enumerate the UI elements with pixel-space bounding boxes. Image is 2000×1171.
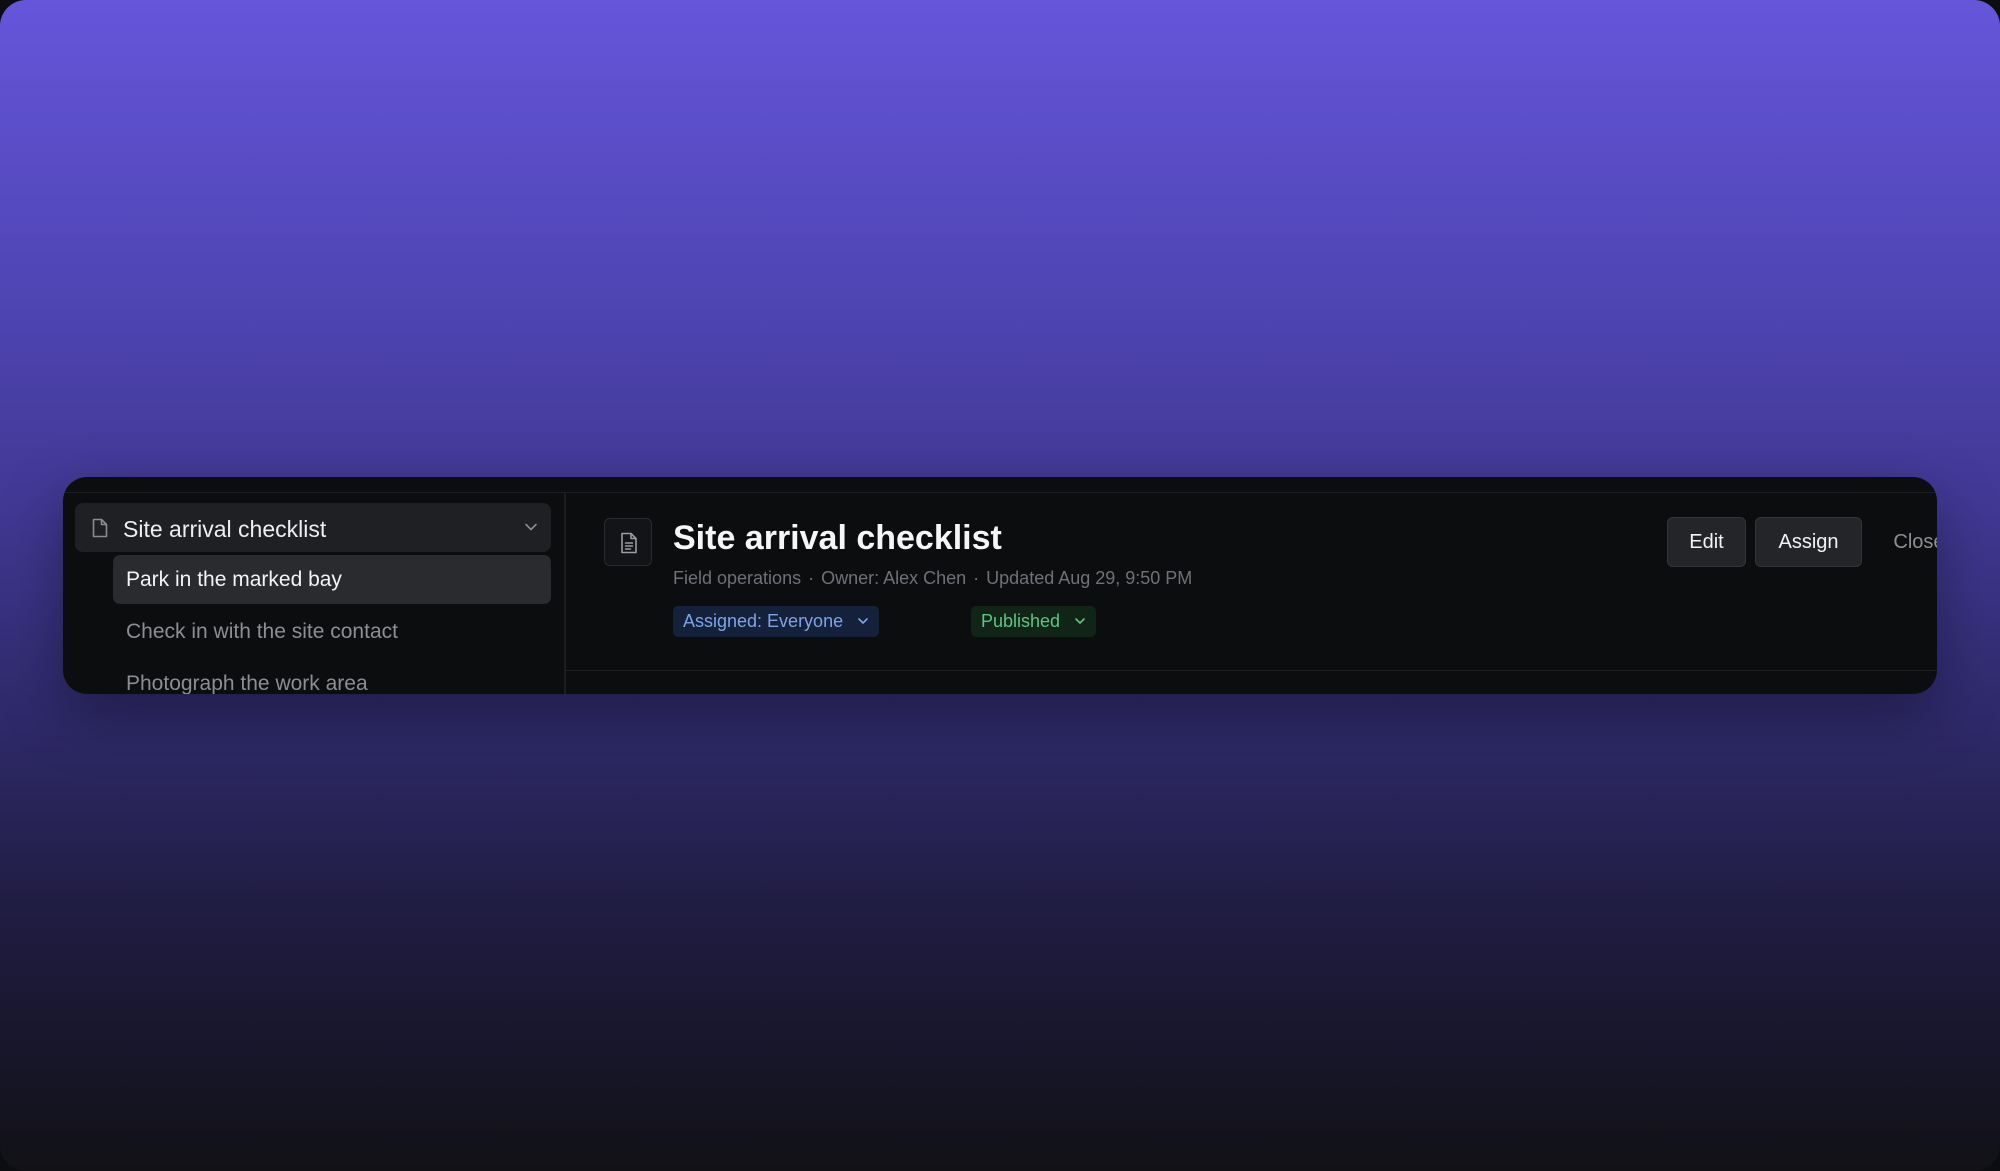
checklist-detail: Site arrival checklist Field operations ·… <box>566 493 1937 694</box>
checklist-panel: Site arrival checklist Park in the marke… <box>63 477 1937 694</box>
meta-updated: Updated Aug 29, 9:50 PM <box>986 568 1193 588</box>
meta-separator: · <box>808 568 815 588</box>
chevron-down-icon <box>858 618 868 625</box>
status-badge-label: Published <box>981 611 1061 631</box>
chevron-down-icon <box>1075 618 1085 625</box>
sidebar-item-photograph[interactable]: Photograph the work area <box>113 659 551 694</box>
sidebar-item-park[interactable]: Park in the marked bay <box>113 555 551 604</box>
sidebar-item-check-in[interactable]: Check in with the site contact <box>113 607 551 656</box>
close-button[interactable]: Close <box>1879 517 1937 567</box>
assign-button[interactable]: Assign <box>1755 517 1862 567</box>
meta-separator: · <box>973 568 980 588</box>
detail-divider <box>566 670 1937 671</box>
page-title: Site arrival checklist <box>673 519 1002 557</box>
file-icon <box>92 518 108 538</box>
edit-button[interactable]: Edit <box>1667 517 1746 567</box>
sidebar-header-title: Site arrival checklist <box>123 516 327 542</box>
chevron-down-icon[interactable] <box>524 520 538 534</box>
checklist-document-tile <box>604 518 652 566</box>
sidebar-checklist-header[interactable]: Site arrival checklist <box>75 503 551 552</box>
checklist-sidebar: Site arrival checklist Park in the marke… <box>63 493 566 694</box>
meta-owner: Owner: Alex Chen <box>821 568 967 588</box>
checklist-meta: Field operations · Owner: Alex Chen · Update… <box>673 568 1192 589</box>
assigned-badge[interactable]: Assigned: Everyone <box>673 606 880 637</box>
meta-category: Field operations <box>673 568 802 588</box>
status-badge[interactable]: Published <box>971 606 1097 637</box>
assigned-badge-label: Assigned: Everyone <box>683 611 844 631</box>
